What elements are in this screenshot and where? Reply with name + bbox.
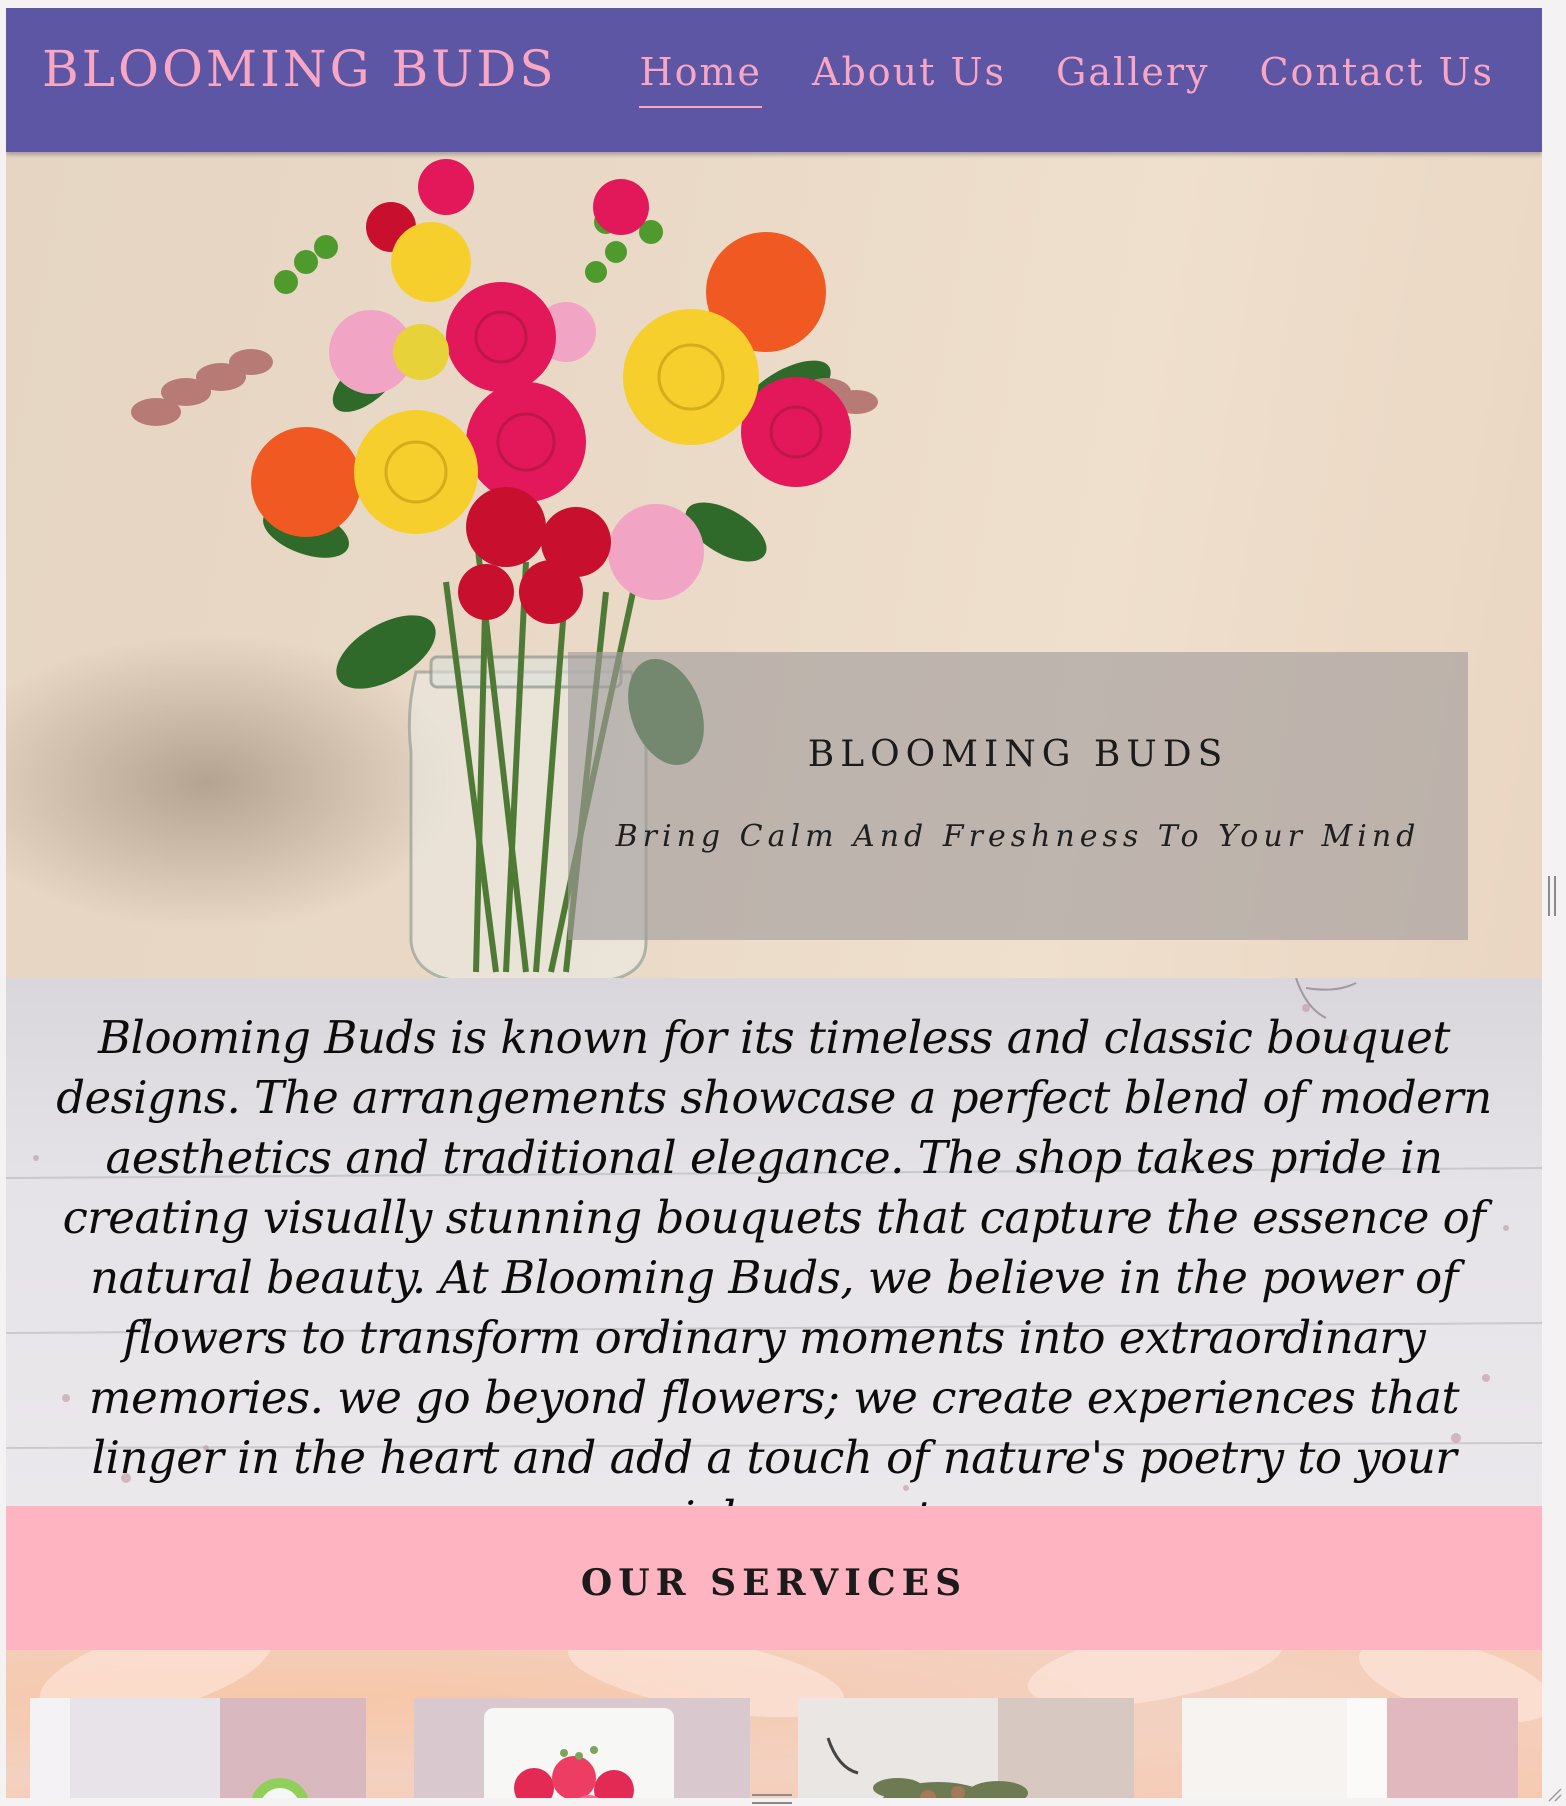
service-card-1[interactable] [30,1698,366,1798]
services-header-bar: OUR SERVICES [6,1506,1542,1650]
hero-title: BLOOMING BUDS [807,734,1229,775]
resize-handle-icon[interactable] [1546,1786,1562,1802]
about-paragraph: Blooming Buds is known for its timeless … [56,1011,1492,1506]
services-title: OUR SERVICES [580,1562,968,1604]
nav-link-home[interactable]: Home [639,50,762,108]
brand-logo-text[interactable]: BLOOMING BUDS [42,40,557,98]
services-grid [6,1650,1542,1798]
nav-link-about-us[interactable]: About Us [812,50,1006,108]
scrollbar-grip[interactable] [1548,876,1556,916]
hero-section: BLOOMING BUDS Bring Calm And Freshness T… [6,152,1542,978]
service-card-2[interactable] [414,1698,750,1798]
hero-subtitle: Bring Calm And Freshness To Your Mind [615,819,1421,854]
service-card-4[interactable] [1182,1698,1518,1798]
service-image-2 [414,1698,750,1798]
service-image-1 [30,1698,366,1798]
nav-link-gallery[interactable]: Gallery [1056,50,1209,108]
service-image-4 [1182,1698,1518,1798]
service-image-3 [798,1698,1134,1798]
nav-links: Home About Us Gallery Contact Us [639,50,1494,108]
page: BLOOMING BUDS Home About Us Gallery Cont… [6,8,1542,1798]
hero-text-card: BLOOMING BUDS Bring Calm And Freshness T… [568,652,1468,940]
nav-link-contact-us[interactable]: Contact Us [1259,50,1494,108]
horizontal-scroll-grip[interactable] [752,1794,792,1804]
about-section: Blooming Buds is known for its timeless … [6,978,1542,1506]
service-card-3[interactable] [798,1698,1134,1798]
top-navbar: BLOOMING BUDS Home About Us Gallery Cont… [6,8,1542,152]
